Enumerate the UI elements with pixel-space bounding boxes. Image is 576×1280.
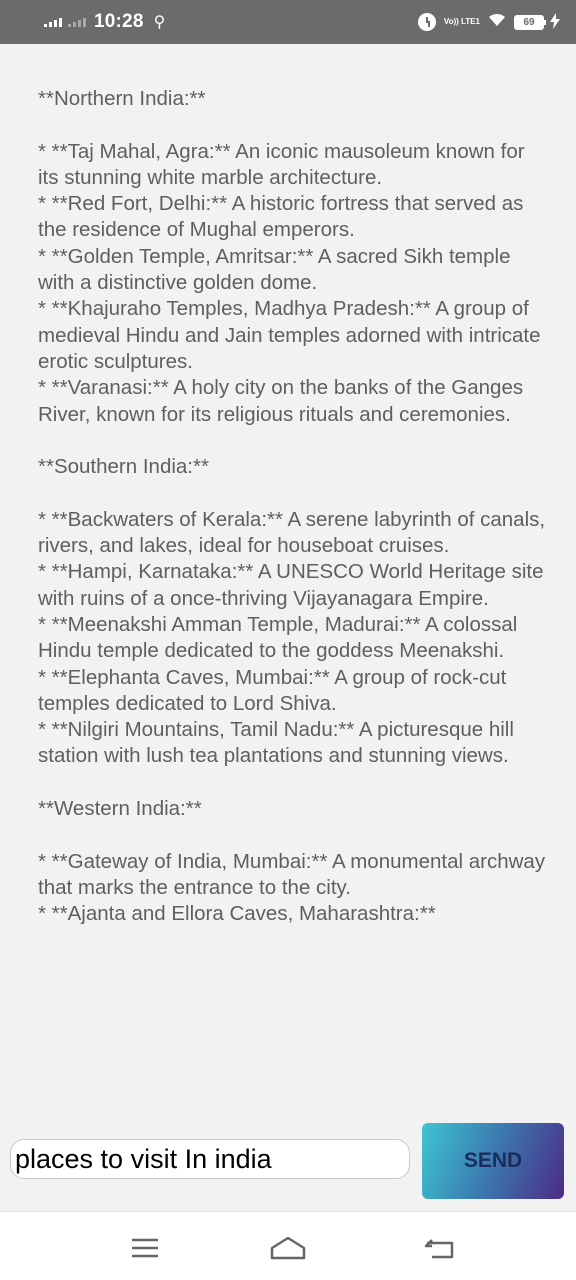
send-button[interactable]: SEND — [422, 1123, 564, 1199]
section-body-northern: * **Taj Mahal, Agra:** An iconic mausole… — [38, 139, 541, 426]
section-body-western: * **Gateway of India, Mumbai:** A monume… — [38, 849, 546, 926]
section-title-western: **Western India:** — [38, 797, 202, 821]
status-time: 10:28 — [94, 11, 144, 32]
status-right: Vo)) LTE1 69 — [417, 0, 560, 44]
signal-icon — [68, 17, 86, 27]
charging-icon — [550, 12, 560, 32]
home-icon[interactable] — [268, 1234, 308, 1262]
wifi-icon — [488, 13, 506, 31]
response-text: **Northern India:** * **Taj Mahal, Agra:… — [38, 86, 548, 1072]
query-input[interactable] — [10, 1139, 410, 1179]
status-bar: 10:28 ⚲ Vo)) LTE1 69 — [0, 0, 576, 44]
status-left: 10:28 ⚲ — [44, 0, 165, 44]
section-body-southern: * **Backwaters of Kerala:** A serene lab… — [38, 507, 546, 768]
usb-icon: ⚲ — [153, 14, 166, 31]
signal-icon — [44, 17, 62, 27]
input-area: SEND — [0, 1085, 576, 1211]
alarm-icon — [417, 13, 436, 31]
section-title-southern: **Southern India:** — [38, 455, 209, 479]
back-icon[interactable] — [422, 1234, 462, 1262]
navigation-bar — [0, 1211, 576, 1280]
battery-icon: 69 — [514, 14, 546, 30]
volte-icon: Vo)) LTE1 — [443, 17, 480, 26]
menu-icon[interactable] — [126, 1234, 166, 1262]
section-title-northern: **Northern India:** — [38, 87, 206, 110]
